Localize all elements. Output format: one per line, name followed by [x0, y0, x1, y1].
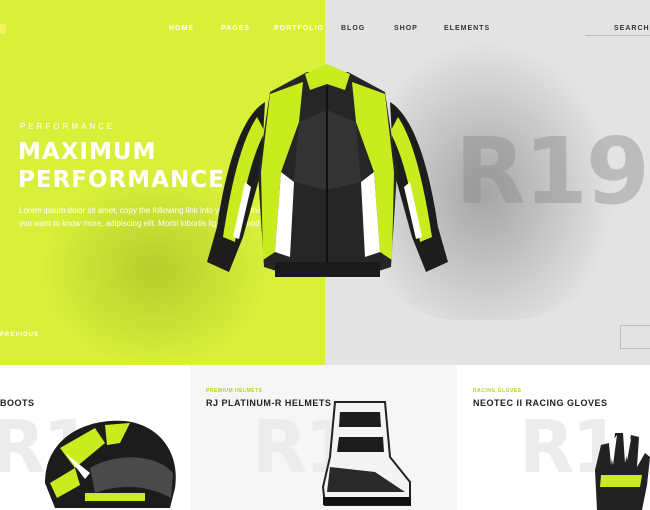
product-card-gloves[interactable]: R1 RACING GLOVES NEOTEC II RACING GLOVES	[457, 365, 650, 510]
product-title[interactable]: BOOTS	[0, 398, 35, 408]
product-title[interactable]: RJ PLATINUM-R HELMETS	[206, 398, 331, 408]
hero-overline: PERFORMANCE	[20, 122, 116, 131]
search-underline	[585, 35, 650, 36]
glove-image	[595, 433, 650, 510]
nav-portfolio[interactable]: PORTFOLIO	[274, 25, 324, 32]
hero-title-line1: MAXIMUM	[18, 139, 157, 165]
search-link[interactable]: SEARCH	[614, 25, 650, 32]
hero-title-line2: PERFORMANCE	[18, 167, 225, 193]
product-card-helmets[interactable]: R1 PREMIUM HELMETS RJ PLATINUM-R HELMETS	[190, 365, 457, 510]
product-category: RACING GLOVES	[473, 388, 522, 394]
product-category: PREMIUM HELMETS	[206, 388, 263, 394]
nav-blog[interactable]: BLOG	[341, 25, 365, 32]
previous-slide-link[interactable]: PREVIOUS	[0, 332, 39, 338]
nav-pages[interactable]: PAGES	[221, 25, 250, 32]
boot-image	[321, 401, 411, 506]
product-title[interactable]: NEOTEC II RACING GLOVES	[473, 398, 608, 408]
next-slide-button[interactable]	[620, 325, 650, 349]
nav-shop[interactable]: SHOP	[394, 25, 418, 32]
product-card-boots[interactable]: R1 BOOTS	[0, 365, 190, 510]
helmet-image	[45, 420, 176, 508]
hero-title: MAXIMUM PERFORMANCE	[18, 138, 225, 194]
jacket-image	[207, 64, 448, 277]
hero-slider: R19 HOME PAGES PORTFOLIO BLOG SHOP ELEME…	[0, 0, 650, 365]
hero-watermark: R19	[455, 118, 650, 225]
main-nav: HOME PAGES PORTFOLIO BLOG SHOP ELEMENTS …	[0, 25, 650, 39]
nav-home[interactable]: HOME	[169, 25, 194, 32]
nav-elements[interactable]: ELEMENTS	[444, 25, 490, 32]
